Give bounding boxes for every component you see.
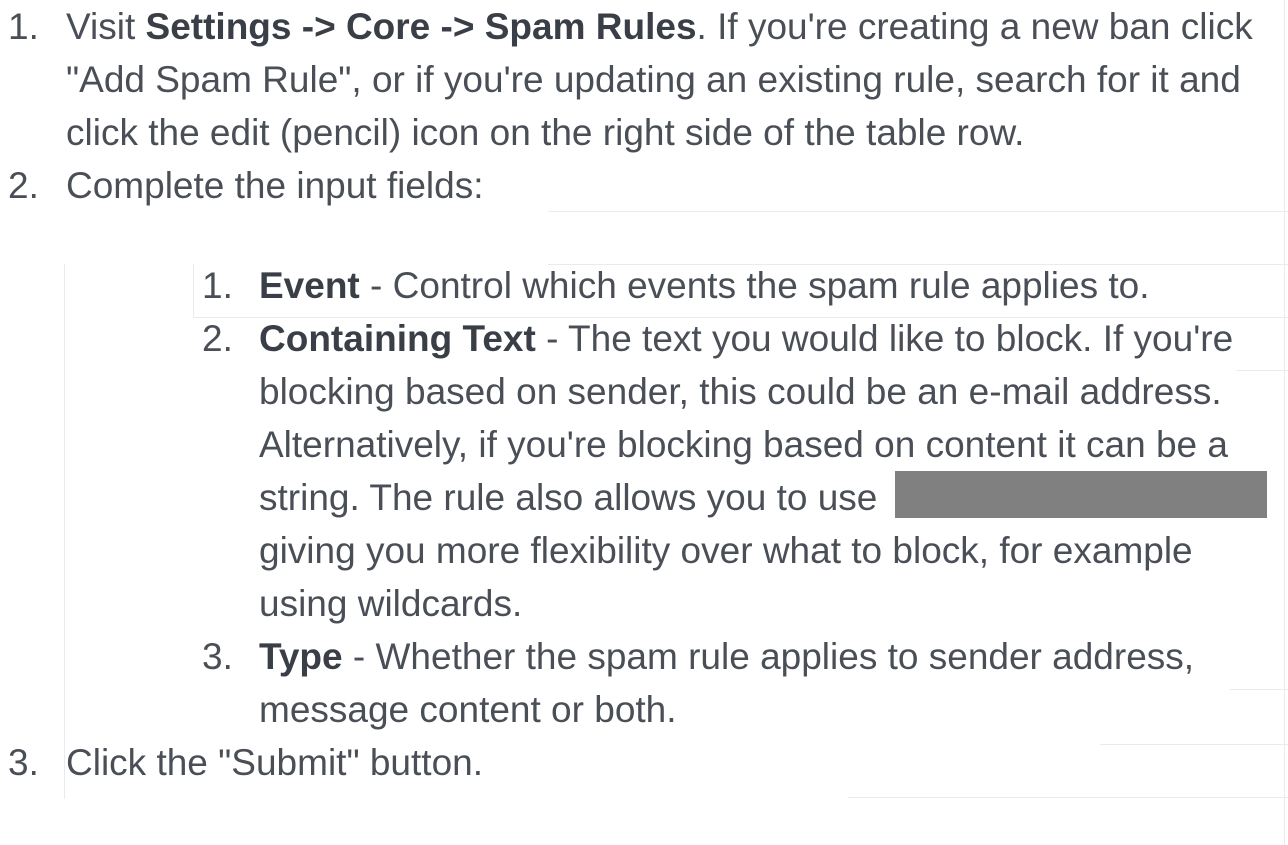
field-event: 1. Event - Control which events the spam…	[66, 259, 1280, 312]
step-text-prefix: Visit	[66, 6, 146, 47]
redacted-link	[895, 471, 1268, 518]
field-name: Type	[259, 636, 343, 677]
step-number: 1.	[8, 6, 39, 47]
field-number: 2.	[202, 318, 233, 359]
field-type: 3. Type - Whether the spam rule applies …	[66, 630, 1280, 736]
field-text: Containing Text - The text you would lik…	[259, 318, 1279, 624]
settings-path: Settings -> Core -> Spam Rules	[145, 6, 697, 47]
step-text: Click the "Submit" button.	[66, 742, 484, 783]
field-number: 3.	[202, 636, 233, 677]
input-fields-section: 1. Event - Control which events the spam…	[66, 212, 1280, 736]
field-containing-text: 2. Containing Text - The text you would …	[66, 312, 1280, 630]
field-number: 1.	[202, 265, 233, 306]
input-fields-list: 1. Event - Control which events the spam…	[66, 259, 1280, 736]
field-description-continued: giving you more flexibility over what to…	[259, 530, 1193, 624]
step-3: 3. Click the "Submit" button.	[0, 736, 1280, 789]
guide-line	[1284, 0, 1285, 845]
field-name: Event	[259, 265, 360, 306]
step-number: 2.	[8, 165, 39, 206]
field-text: Event - Control which events the spam ru…	[259, 265, 1149, 306]
guide-line	[848, 797, 1288, 798]
step-2: 2. Complete the input fields: 1. Event -…	[0, 159, 1280, 736]
steps-list: 1. Visit Settings -> Core -> Spam Rules.…	[0, 0, 1280, 789]
step-1: 1. Visit Settings -> Core -> Spam Rules.…	[0, 0, 1280, 159]
field-description: - Control which events the spam rule app…	[359, 265, 1150, 306]
step-text: Complete the input fields:	[66, 165, 484, 206]
step-text: Visit Settings -> Core -> Spam Rules. If…	[66, 6, 1253, 153]
step-number: 3.	[8, 742, 39, 783]
field-description: - Whether the spam rule applies to sende…	[259, 636, 1195, 730]
field-name: Containing Text	[259, 318, 536, 359]
field-text: Type - Whether the spam rule applies to …	[259, 636, 1194, 730]
instructions-document: 1. Visit Settings -> Core -> Spam Rules.…	[0, 0, 1280, 789]
